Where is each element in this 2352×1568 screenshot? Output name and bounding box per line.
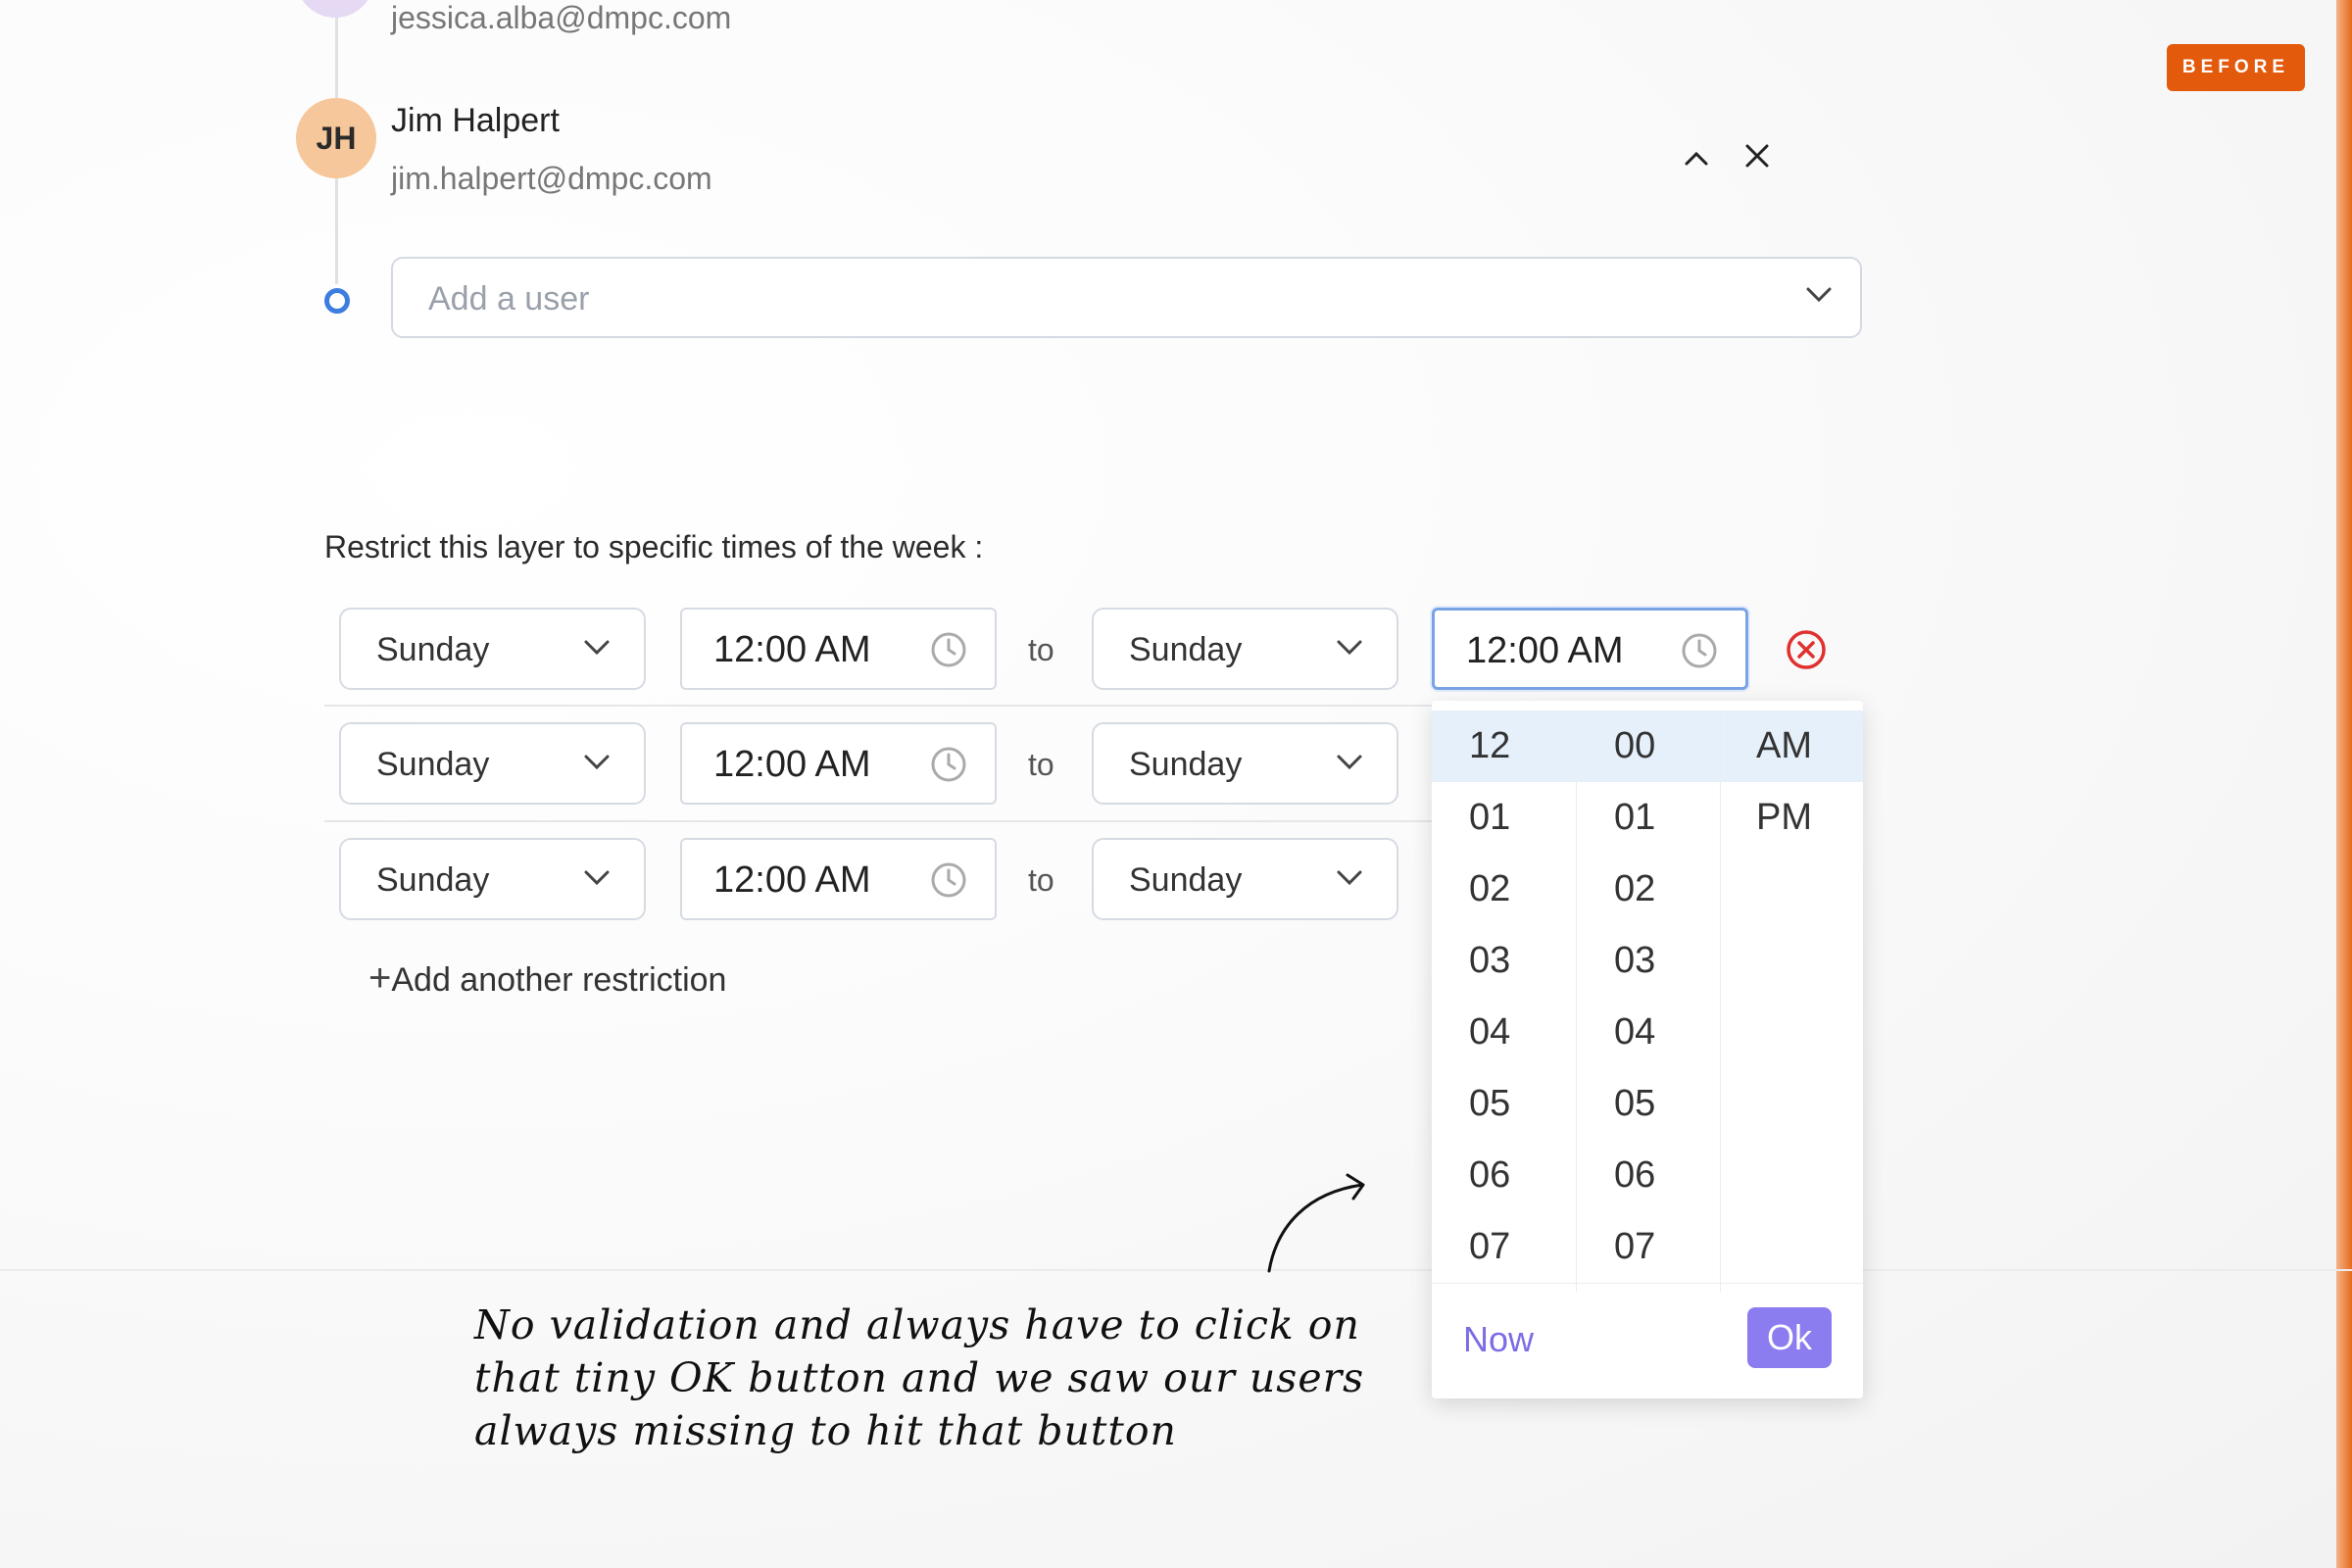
start-time-value: 12:00 AM: [713, 744, 871, 785]
to-label: to: [1028, 747, 1054, 782]
chevron-down-icon: [583, 754, 611, 776]
divider: [0, 1269, 2352, 1271]
minutes-column[interactable]: 00 01 02 03 04 05 06 07: [1577, 710, 1721, 1293]
minute-option[interactable]: 00: [1577, 710, 1720, 782]
plus-icon: +: [368, 956, 392, 1000]
start-day-select[interactable]: Sunday: [339, 838, 646, 920]
hour-option[interactable]: 04: [1432, 997, 1576, 1068]
hour-option[interactable]: 12: [1432, 710, 1576, 782]
start-day-select[interactable]: Sunday: [339, 722, 646, 805]
avatar: JH: [296, 98, 376, 178]
annotation-line: always missing to hit that button: [474, 1407, 1177, 1454]
period-column[interactable]: AM PM: [1721, 710, 1863, 1293]
chevron-down-icon: [1336, 754, 1363, 776]
hour-option[interactable]: 03: [1432, 925, 1576, 997]
end-time-value: 12:00 AM: [1466, 630, 1624, 671]
picker-footer: Now Ok: [1432, 1283, 1863, 1398]
period-option[interactable]: AM: [1721, 710, 1863, 782]
end-day-select[interactable]: Sunday: [1092, 608, 1398, 690]
add-user-placeholder: Add a user: [428, 280, 590, 318]
start-time-value: 12:00 AM: [713, 859, 871, 901]
start-time-input[interactable]: 12:00 AM: [680, 722, 997, 805]
end-day-select[interactable]: Sunday: [1092, 838, 1398, 920]
clock-icon: [930, 861, 967, 904]
start-time-input[interactable]: 12:00 AM: [680, 608, 997, 690]
start-day-value: Sunday: [376, 746, 490, 783]
restrictions-label: Restrict this layer to specific times of…: [324, 529, 984, 564]
close-icon[interactable]: [1801, 0, 1837, 6]
chevron-up-icon[interactable]: [1679, 140, 1714, 175]
before-badge: BEFORE: [2167, 44, 2305, 91]
period-option[interactable]: PM: [1721, 782, 1863, 854]
annotation-note: No validation and always have to click o…: [474, 1298, 1396, 1457]
end-day-value: Sunday: [1129, 861, 1243, 899]
minute-option[interactable]: 01: [1577, 782, 1720, 854]
hour-option[interactable]: 01: [1432, 782, 1576, 854]
chevron-down-icon: [1336, 639, 1363, 662]
annotation-line: that tiny OK button and we saw our users: [474, 1354, 1365, 1401]
hour-option[interactable]: 07: [1432, 1211, 1576, 1283]
minute-option[interactable]: 02: [1577, 854, 1720, 925]
chevron-down-icon: [1336, 869, 1363, 892]
start-day-select[interactable]: Sunday: [339, 608, 646, 690]
row-divider: [324, 705, 1442, 707]
end-day-select[interactable]: Sunday: [1092, 722, 1398, 805]
minute-option[interactable]: 07: [1577, 1211, 1720, 1283]
start-time-value: 12:00 AM: [713, 629, 871, 670]
avatar: [296, 0, 374, 18]
minute-option[interactable]: 05: [1577, 1068, 1720, 1140]
end-day-value: Sunday: [1129, 631, 1243, 668]
end-time-input[interactable]: 12:00 AM: [1432, 608, 1748, 690]
minute-option[interactable]: 06: [1577, 1140, 1720, 1211]
clock-icon: [1681, 632, 1718, 674]
user-email: jim.halpert@dmpc.com: [391, 161, 712, 196]
close-icon[interactable]: [1740, 138, 1775, 173]
accent-edge: [2336, 0, 2352, 1568]
start-time-input[interactable]: 12:00 AM: [680, 838, 997, 920]
hour-option[interactable]: 05: [1432, 1068, 1576, 1140]
start-day-value: Sunday: [376, 631, 490, 668]
timeline-line: [335, 176, 338, 284]
timeline-dot: [324, 288, 350, 314]
add-restriction-label: Add another restriction: [391, 961, 727, 999]
chevron-down-icon: [1805, 286, 1833, 309]
chevron-down-icon: [583, 639, 611, 662]
add-user-select[interactable]: Add a user: [391, 257, 1862, 338]
minute-option[interactable]: 04: [1577, 997, 1720, 1068]
hours-column[interactable]: 12 01 02 03 04 05 06 07: [1432, 710, 1577, 1293]
row-divider: [324, 820, 1442, 822]
to-label: to: [1028, 862, 1054, 898]
user-email: jessica.alba@dmpc.com: [391, 0, 732, 35]
add-restriction-button[interactable]: +Add another restriction: [368, 956, 726, 1001]
time-picker-popup: 12 01 02 03 04 05 06 07 00 01 02 03 04 0…: [1432, 701, 1863, 1398]
user-name: Jim Halpert: [391, 102, 560, 139]
hour-option[interactable]: 06: [1432, 1140, 1576, 1211]
arrow-icon: [1259, 1171, 1372, 1284]
minute-option[interactable]: 03: [1577, 925, 1720, 997]
end-day-value: Sunday: [1129, 746, 1243, 783]
annotation-line: No validation and always have to click o…: [474, 1301, 1360, 1348]
to-label: to: [1028, 632, 1054, 667]
ok-button[interactable]: Ok: [1747, 1307, 1832, 1368]
now-button[interactable]: Now: [1463, 1319, 1534, 1360]
chevron-down-icon: [583, 869, 611, 892]
clock-icon: [930, 746, 967, 788]
start-day-value: Sunday: [376, 861, 490, 899]
hour-option[interactable]: 02: [1432, 854, 1576, 925]
clock-icon: [930, 631, 967, 673]
remove-circle-icon[interactable]: [1786, 629, 1827, 675]
